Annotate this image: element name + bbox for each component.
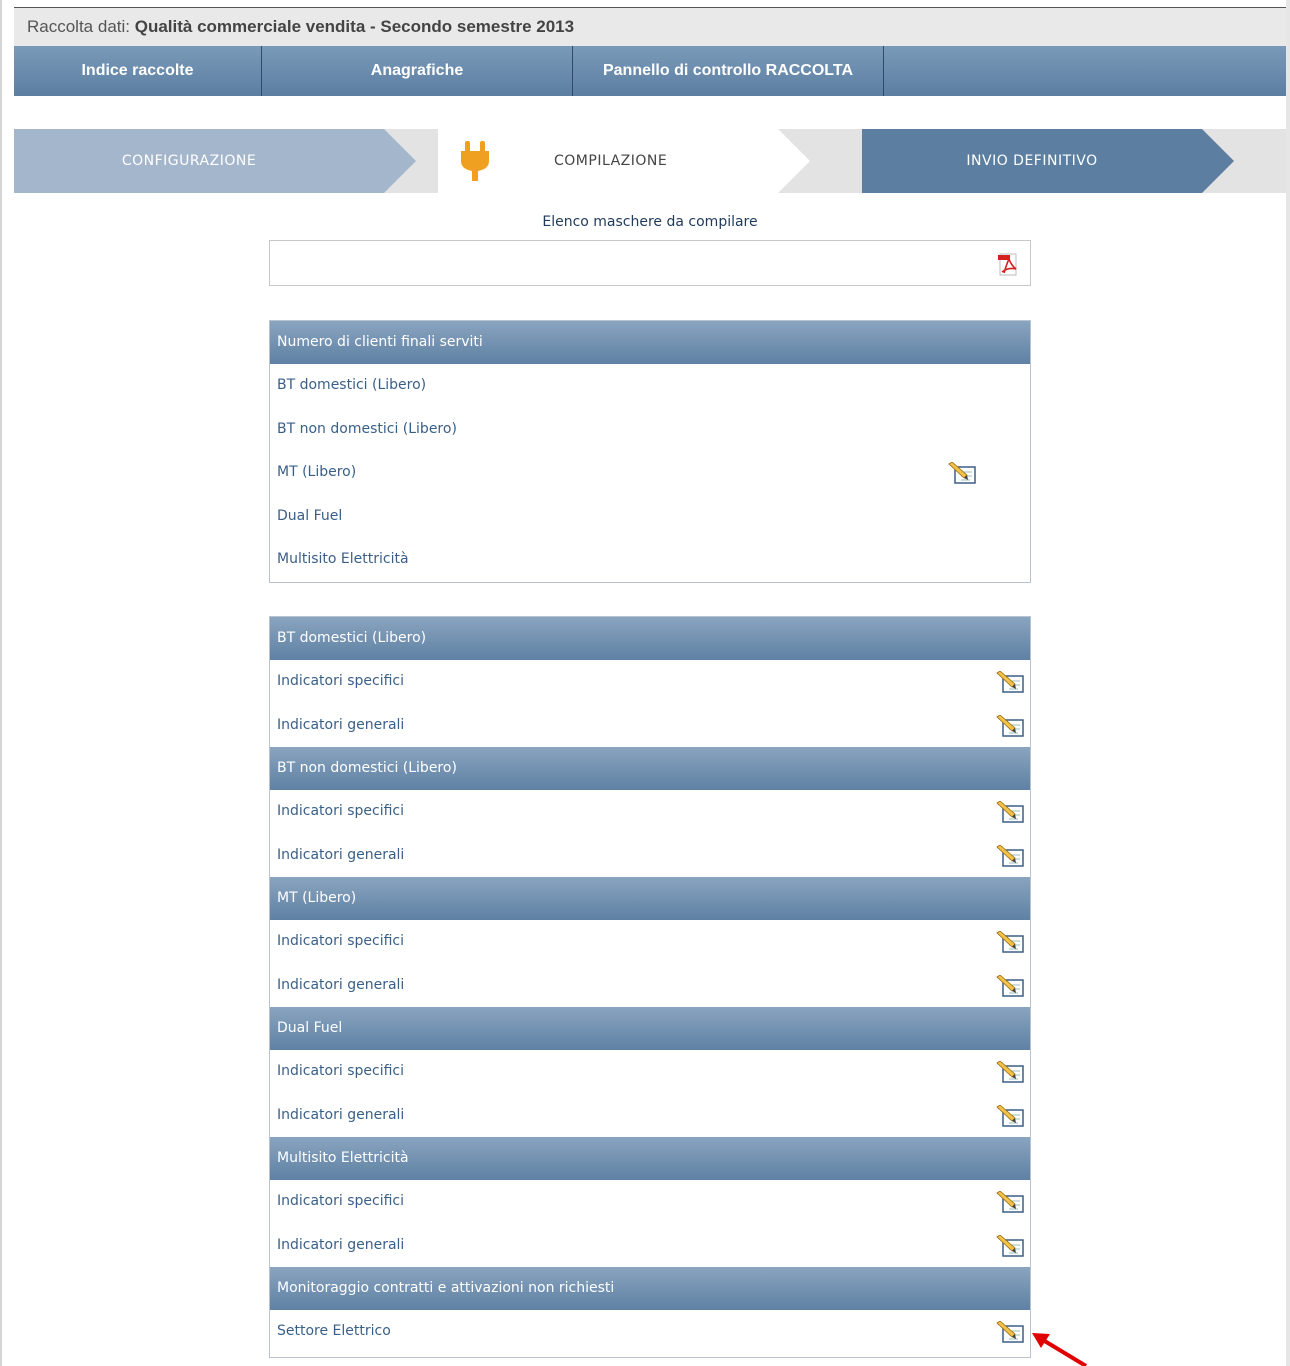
list-item[interactable]: Indicatori specifici [270, 1050, 1030, 1094]
list-item[interactable]: BT non domestici (Libero) [270, 408, 1030, 452]
panel-header: Numero di clienti finali serviti [270, 321, 1030, 364]
list-item[interactable]: Indicatori generali [270, 964, 1030, 1008]
edit-pencil-icon[interactable] [996, 1191, 1024, 1213]
list-item[interactable]: Indicatori generali [270, 704, 1030, 748]
title-text: Qualità commerciale vendita - Secondo se… [134, 17, 575, 36]
pdf-box [269, 240, 1031, 286]
progress-steps: CONFIGURAZIONE COMPILAZIONE INVIO DEFINI… [14, 129, 1286, 193]
list-item-label: Indicatori specifici [277, 1063, 404, 1079]
list-item[interactable]: Dual Fuel [270, 495, 1030, 539]
section-header: BT non domestici (Libero) [270, 747, 1030, 790]
section-header: MT (Libero) [270, 877, 1030, 920]
edit-pencil-icon[interactable] [996, 1321, 1024, 1343]
section-header: BT domestici (Libero) [270, 617, 1030, 660]
section-header: Dual Fuel [270, 1007, 1030, 1050]
list-item-label: Indicatori generali [277, 716, 405, 733]
panel-maschere: BT domestici (Libero) Indicatori specifi… [269, 616, 1031, 1358]
page-title: Raccolta dati: Qualità commerciale vendi… [27, 17, 574, 37]
list-item-label: Indicatori generali [277, 976, 405, 993]
list-item[interactable]: Indicatori specifici [270, 660, 1030, 704]
nav-item-anagrafiche[interactable]: Anagrafiche [262, 46, 573, 96]
list-item[interactable]: Indicatori generali [270, 1224, 1030, 1268]
list-item-label: Settore Elettrico [277, 1323, 391, 1339]
red-arrow-icon [1032, 1333, 1088, 1366]
step-configurazione-label: CONFIGURAZIONE [121, 153, 257, 169]
list-item-label: MT (Libero) [277, 464, 357, 480]
page-frame-right [1286, 0, 1290, 1366]
list-item[interactable]: BT domestici (Libero) [270, 364, 1030, 408]
page-frame-left [0, 0, 2, 1366]
step-arrow [384, 129, 416, 193]
list-item[interactable]: MT (Libero) [270, 451, 1030, 495]
list-item-label: Indicatori specifici [277, 803, 404, 819]
edit-pencil-icon[interactable] [996, 931, 1024, 953]
edit-pencil-icon[interactable] [996, 1061, 1024, 1083]
title-prefix: Raccolta dati: [27, 17, 130, 36]
list-item[interactable]: Settore Elettrico [270, 1310, 1030, 1354]
list-item-label: Multisito Elettricità [277, 551, 409, 567]
list-item-label: BT domestici (Libero) [277, 377, 427, 393]
step-arrow [1202, 129, 1234, 193]
step-arrow [778, 129, 810, 193]
edit-pencil-icon[interactable] [996, 1234, 1024, 1257]
nav-item-pannello-controllo[interactable]: Pannello di controllo RACCOLTA [573, 46, 884, 96]
list-item-label: Indicatori specifici [277, 1193, 404, 1209]
section-subtitle: Elenco maschere da compilare [542, 214, 758, 230]
step-compilazione[interactable]: COMPILAZIONE [438, 129, 810, 193]
panel-clienti-finali: Numero di clienti finali serviti BT dome… [269, 320, 1031, 583]
step-invio-definitivo[interactable]: INVIO DEFINITIVO [862, 129, 1234, 193]
list-item-label: Indicatori generali [277, 1106, 405, 1123]
nav-item-indice-raccolte[interactable]: Indice raccolte [14, 46, 262, 96]
section-header: Monitoraggio contratti e attivazioni non… [270, 1267, 1030, 1310]
edit-pencil-icon[interactable] [996, 801, 1024, 823]
section-header: Multisito Elettricità [270, 1137, 1030, 1180]
list-item-label: Indicatori generali [277, 1236, 405, 1253]
step-configurazione[interactable]: CONFIGURAZIONE [14, 129, 416, 193]
edit-pencil-icon[interactable] [996, 671, 1024, 693]
list-item[interactable]: Indicatori specifici [270, 1180, 1030, 1224]
list-item-label: Indicatori specifici [277, 933, 404, 949]
edit-pencil-icon[interactable] [996, 974, 1024, 997]
list-item[interactable]: Indicatori generali [270, 1094, 1030, 1138]
plug-icon [461, 141, 489, 181]
main-nav: Indice raccolte Anagrafiche Pannello di … [14, 46, 1286, 96]
list-item[interactable]: Indicatori specifici [270, 790, 1030, 834]
list-item[interactable]: Multisito Elettricità [270, 538, 1030, 582]
edit-pencil-icon[interactable] [996, 1104, 1024, 1127]
title-bar: Raccolta dati: Qualità commerciale vendi… [14, 8, 1286, 46]
step-compilazione-label: COMPILAZIONE [554, 153, 668, 169]
edit-pencil-icon[interactable] [996, 714, 1024, 737]
edit-pencil-icon[interactable] [948, 462, 976, 484]
pdf-icon[interactable] [998, 253, 1020, 277]
list-item-label: Dual Fuel [277, 507, 343, 524]
list-item[interactable]: Indicatori specifici [270, 920, 1030, 964]
list-item-label: Indicatori specifici [277, 673, 404, 689]
list-item[interactable]: Indicatori generali [270, 834, 1030, 878]
list-item-label: BT non domestici (Libero) [277, 420, 457, 437]
edit-pencil-icon[interactable] [996, 844, 1024, 867]
step-invio-label: INVIO DEFINITIVO [966, 153, 1098, 169]
list-item-label: Indicatori generali [277, 846, 405, 863]
